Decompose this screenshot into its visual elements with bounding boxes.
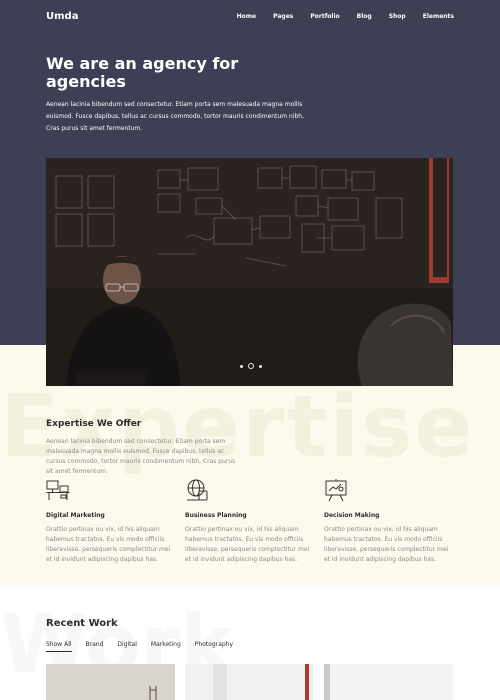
nav-elements[interactable]: Elements xyxy=(423,13,454,20)
slider-dots xyxy=(240,363,262,369)
nav-home[interactable]: Home xyxy=(237,13,256,20)
feature-description: Orattio pertinax ou vix, id his aliquam … xyxy=(46,526,171,563)
hero-title: We are an agency for agencies xyxy=(46,54,239,91)
expertise-description: Aenean lacinia bibendum sed consectetur.… xyxy=(46,438,236,475)
hero-lead: Aenean lacinia bibendum sed consectetur.… xyxy=(46,101,304,132)
nav-blog[interactable]: Blog xyxy=(357,13,372,20)
portfolio-thumbnail[interactable] xyxy=(185,664,314,700)
portfolio-image xyxy=(324,664,453,700)
nav-portfolio[interactable]: Portfolio xyxy=(310,13,339,20)
slider-dot-active[interactable] xyxy=(248,363,254,369)
presentation-board-icon xyxy=(325,479,347,502)
feature-business-planning: Business Planning Orattio pertinax ou vi… xyxy=(185,478,311,565)
slider-dot[interactable] xyxy=(259,364,262,368)
recent-work-title: Recent Work xyxy=(46,618,118,629)
hero-slider-image[interactable] xyxy=(46,158,453,386)
filter-photography[interactable]: Photography xyxy=(195,641,233,652)
feature-description: Orattio pertinax ou vix, id his aliquam … xyxy=(324,526,449,563)
filter-marketing[interactable]: Marketing xyxy=(151,641,181,652)
feature-title: Business Planning xyxy=(185,512,247,519)
brand-logo[interactable]: Umda xyxy=(46,11,78,22)
feature-digital-marketing: Digital Marketing Orattio pertinax ou vi… xyxy=(46,478,172,565)
main-nav: Home Pages Portfolio Blog Shop Elements xyxy=(237,13,454,20)
portfolio-image xyxy=(46,664,175,700)
portfolio-image xyxy=(185,664,314,700)
nav-shop[interactable]: Shop xyxy=(389,13,406,20)
feature-decision-making: Decision Making Orattio pertinax ou vix,… xyxy=(324,478,450,565)
slider-dot[interactable] xyxy=(240,364,243,368)
expertise-title: Expertise We Offer xyxy=(46,419,142,429)
filter-show-all[interactable]: Show All xyxy=(46,641,72,652)
workstation-icon xyxy=(46,480,70,500)
portfolio-thumbnail[interactable] xyxy=(324,664,453,700)
globe-device-icon xyxy=(187,479,208,501)
portfolio-thumbnail[interactable] xyxy=(46,664,175,700)
portfolio-filters: Show All Brand Digital Marketing Photogr… xyxy=(46,641,233,652)
hero-photo xyxy=(46,158,453,386)
filter-brand[interactable]: Brand xyxy=(86,641,104,652)
feature-description: Orattio pertinax ou vix, id his aliquam … xyxy=(185,526,310,563)
nav-pages[interactable]: Pages xyxy=(273,13,293,20)
feature-title: Decision Making xyxy=(324,512,380,519)
filter-digital[interactable]: Digital xyxy=(117,641,136,652)
feature-title: Digital Marketing xyxy=(46,512,105,519)
